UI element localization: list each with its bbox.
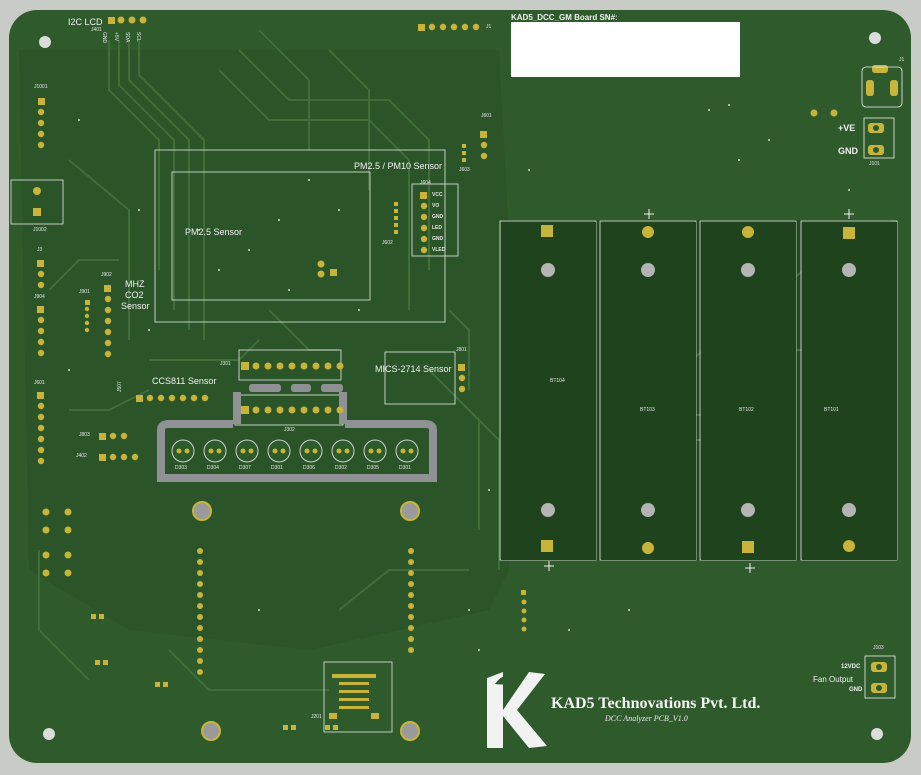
gnd-pin-label: GND [101,32,107,44]
j1002-label: J1002 [33,227,47,233]
j101-label: J101 [869,161,880,167]
vo-pin-label: VO [432,203,440,209]
scl-pin-label: SCL [135,32,141,42]
d306-label: D306 [303,465,315,471]
j604-label: J604 [420,180,431,186]
vled-pin-label: VLED [432,247,446,253]
d301-label: D301 [399,465,411,471]
j103-label: J103 [873,645,884,651]
gnd-power-label: GND [838,146,858,156]
serial-number-box [511,22,740,77]
5v-pin-label: +5V [113,32,119,42]
j803-label: J803 [79,432,90,438]
j3-label: J3 [37,247,43,253]
pm-header-label: PM2.5 / PM10 Sensor [354,161,443,171]
12vdc-label: 12VDC [841,664,861,670]
mhz-label-1: MHZ [125,279,145,289]
j603-label: J603 [459,167,470,173]
pm25-label: PM2.5 Sensor [185,227,243,237]
d302-label: D302 [335,465,347,471]
ccs811-label: CCS811 Sensor [152,376,217,386]
mhz-label-3: Sensor [121,301,150,311]
pcb-board: I2C LCD J401 GND +5V SDA SCL J1 KAD5_DCC… [9,10,911,763]
j201-label: J201 [311,714,322,720]
bt103-label: BT103 [640,407,655,413]
j901-label: J901 [79,289,90,295]
j801-label: J801 [456,347,467,353]
bt104-label: BT104 [550,378,565,384]
d307-label: D307 [239,465,251,471]
j402-label: J402 [76,453,87,459]
pcb-artwork [9,10,911,763]
bt102-label: BT102 [739,407,754,413]
gnd3-pin-label: GND [432,236,444,242]
company-name: KAD5 Technovations Pvt. Ltd. [551,695,761,712]
serial-label: KAD5_DCC_GM Board SN#: [511,13,618,22]
mhz-label-2: CO2 [125,290,144,300]
j1001-label: J1001 [34,84,48,90]
i2c-lcd-label: I2C LCD [68,17,103,27]
d304-label: D304 [207,465,219,471]
j507-label: J507 [117,381,123,392]
j1-corner-label: J1 [899,57,905,63]
gnd-fan-label: GND [849,687,863,693]
vcc-pin-label: VCC [432,192,443,198]
j1-label: J1 [486,24,492,30]
product-name: DCC Analyzer PCB_V1.0 [605,714,688,723]
j902-label: J902 [101,272,112,278]
plus-ve-label: +VE [838,123,856,133]
j602-label: J602 [382,240,393,246]
d303-label: D303 [175,465,187,471]
d305-label: D305 [367,465,379,471]
j302-label: J302 [284,427,295,433]
j904-label: J904 [34,294,45,300]
led-pin-label: LED [432,225,442,231]
sda-pin-label: SDA [124,32,130,43]
bt101-label: BT101 [824,407,839,413]
gnd2-pin-label: GND [432,214,444,220]
j601-label: J601 [34,380,45,386]
j301-label: J301 [220,361,231,367]
mics-label: MICS-2714 Sensor [375,364,452,374]
j601b-label: J601 [481,113,492,119]
fan-output-label: Fan Output [813,675,854,684]
d301a-label: D301 [271,465,283,471]
